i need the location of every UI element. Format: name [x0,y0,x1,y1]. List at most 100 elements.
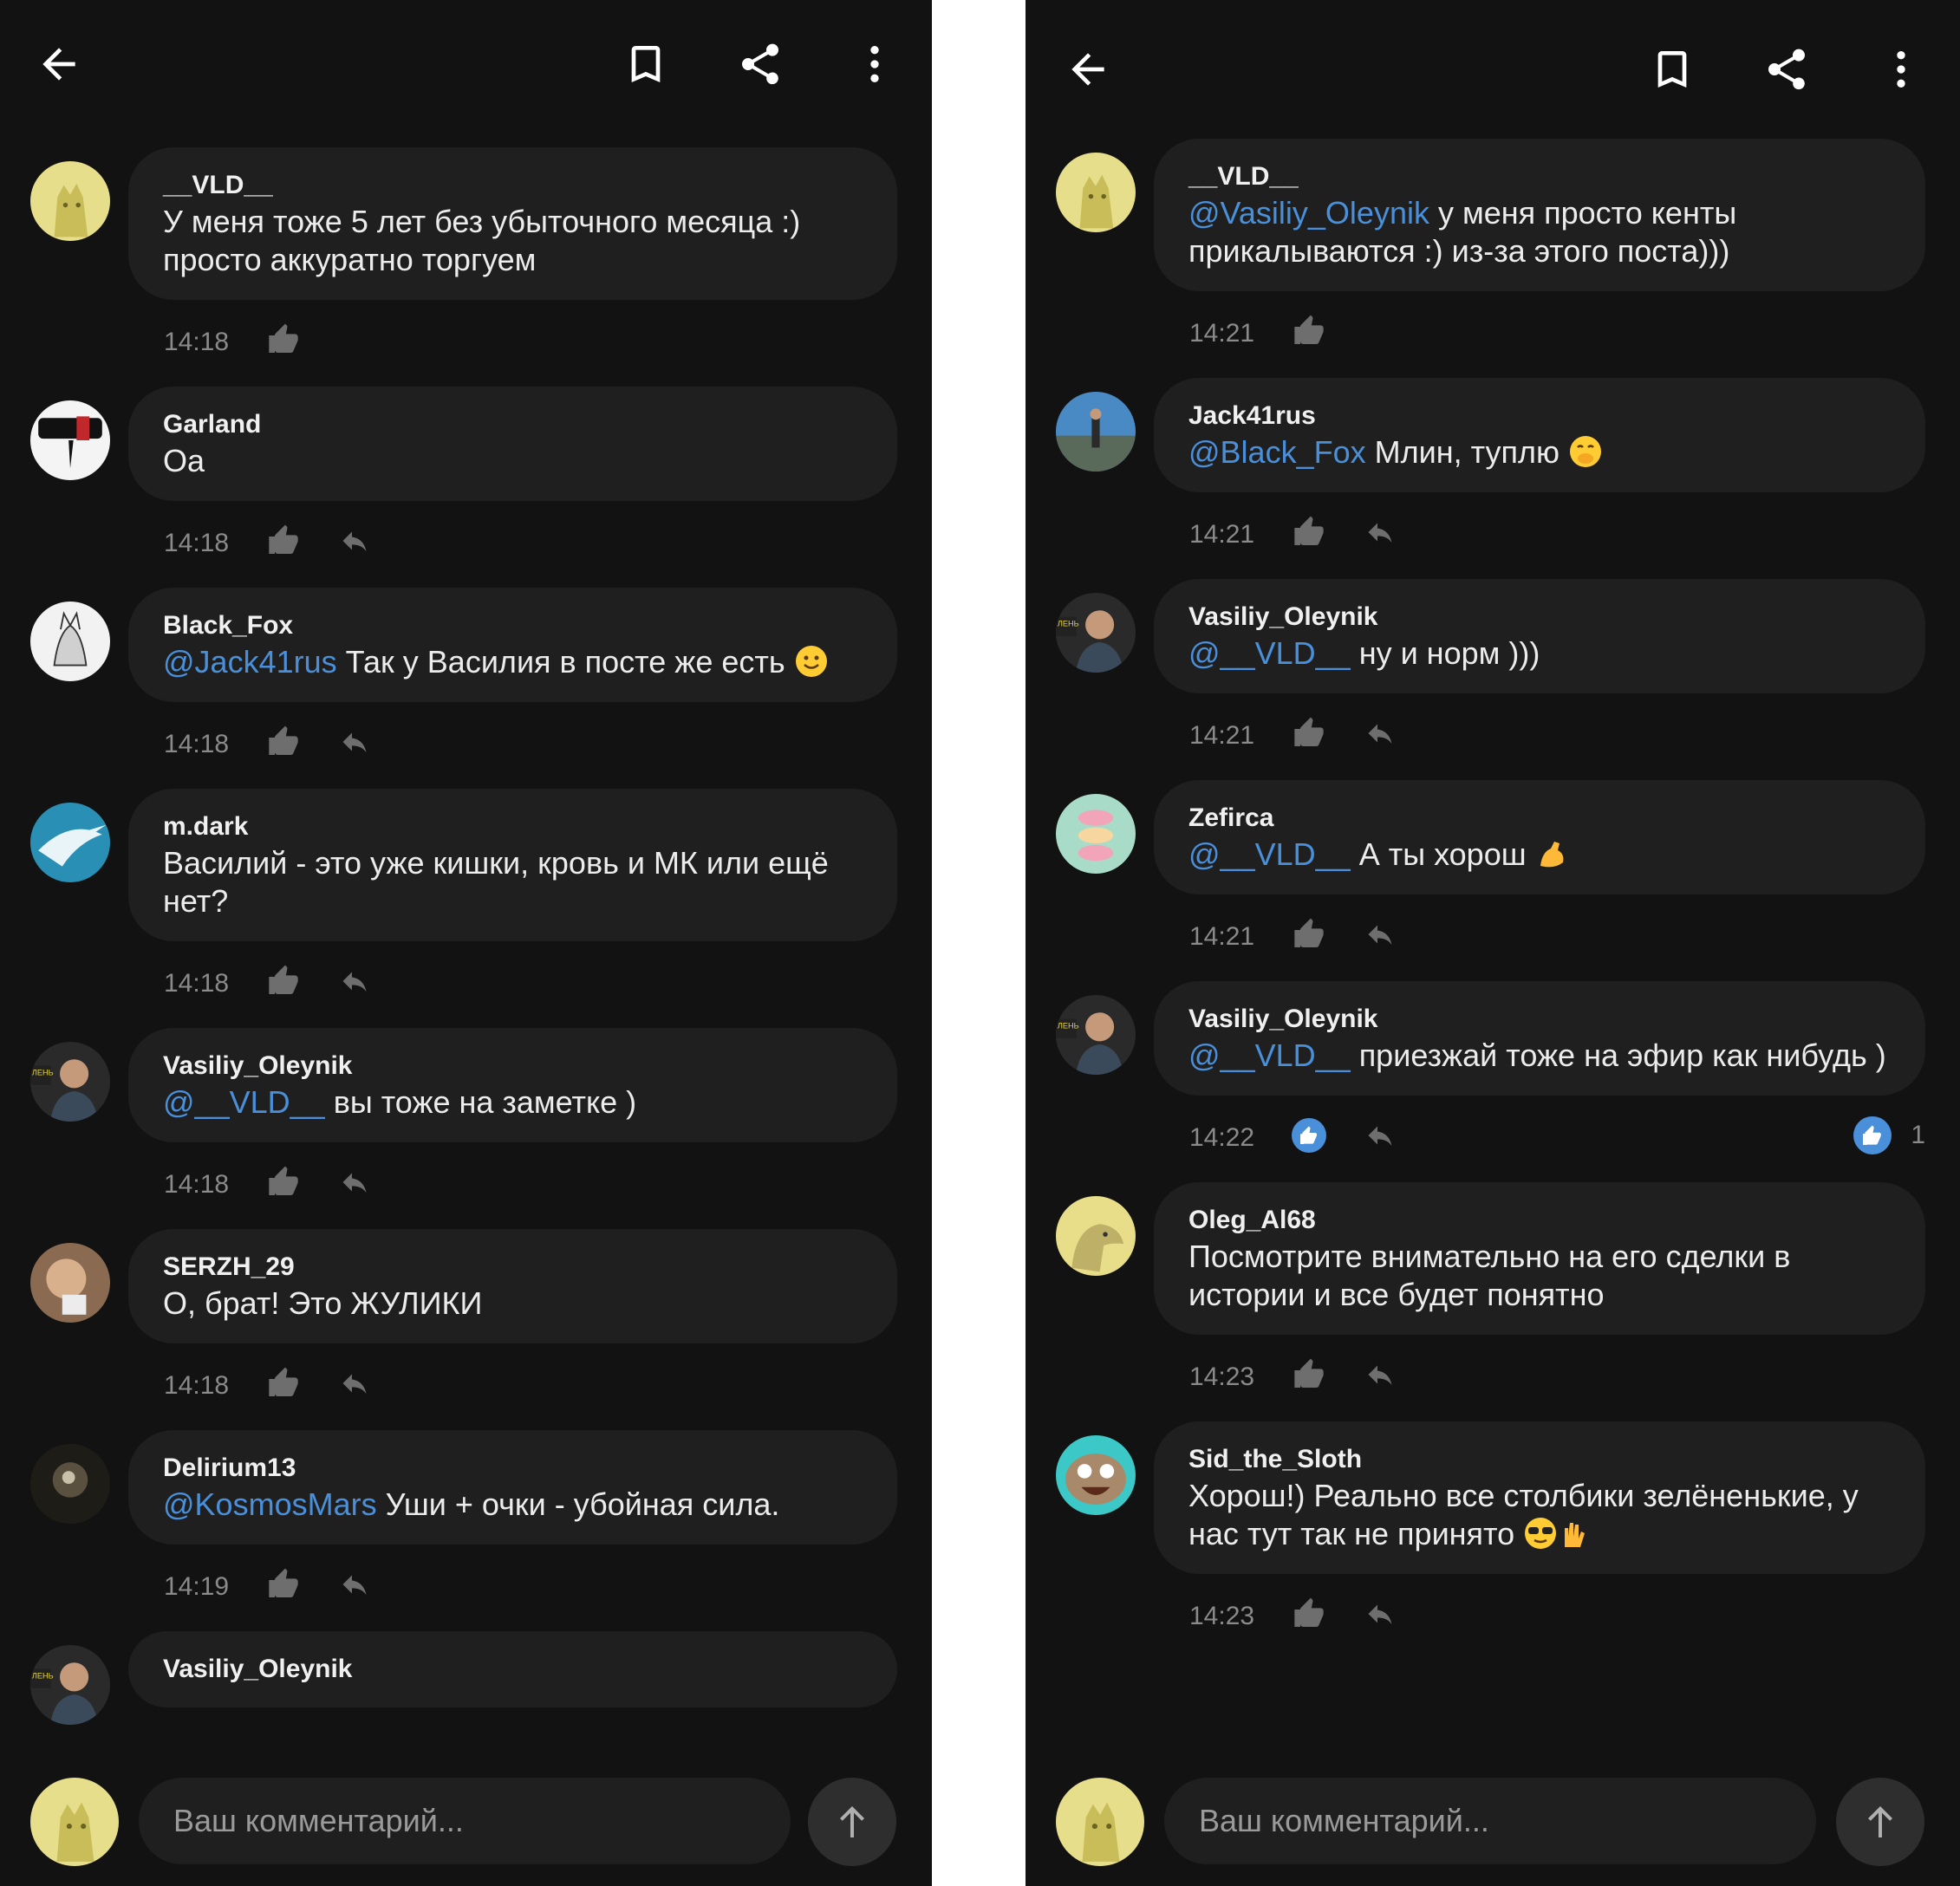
comment-list[interactable]: __VLD__ @Vasiliy_Oleynik у меня просто ке… [1026,139,1960,1760]
like-icon[interactable] [266,322,301,357]
comment-bubble[interactable]: SERZH_29 О, брат! Это ЖУЛИКИ [128,1229,897,1343]
reply-icon[interactable] [1363,919,1397,950]
comment-bubble[interactable]: Garland Оа [128,387,897,501]
bookmark-icon[interactable] [618,36,674,92]
avatar[interactable] [30,161,110,241]
comment-bubble[interactable]: Jack41rus @Black_Fox Млин, туплю [1154,378,1925,492]
avatar[interactable]: ЛЕНЬ [30,1042,110,1122]
like-icon[interactable] [1292,314,1326,348]
comment-bubble[interactable]: m.dark Василий - это уже кишки, кровь и М… [128,789,897,941]
avatar[interactable]: ЛЕНЬ [1056,593,1136,673]
avatar[interactable] [30,803,110,882]
share-icon[interactable] [733,36,788,92]
comment-author[interactable]: __VLD__ [163,168,863,203]
reply-icon[interactable] [337,1167,372,1198]
comment-bubble[interactable]: Oleg_Al68 Посмотрите внимательно на его с… [1154,1182,1925,1335]
back-arrow-icon[interactable] [1060,42,1116,97]
reply-icon[interactable] [337,525,372,556]
reply-icon[interactable] [1363,1359,1397,1390]
reply-icon[interactable] [337,1569,372,1600]
comment-author[interactable]: Sid_the_Sloth [1188,1442,1891,1477]
comment-bubble[interactable]: __VLD__ У меня тоже 5 лет без убыточного … [128,147,897,300]
comment-author[interactable]: Delirium13 [163,1451,863,1486]
comment-author[interactable]: Black_Fox [163,608,863,643]
like-counter[interactable]: 1 [1853,1116,1925,1154]
comment-author[interactable]: Zefirca [1188,801,1891,836]
avatar[interactable] [1056,1435,1136,1515]
bookmark-icon[interactable] [1644,42,1700,97]
avatar[interactable] [30,1243,110,1323]
comment-author[interactable]: Vasiliy_Oleynik [163,1652,863,1687]
reply-icon[interactable] [1363,517,1397,548]
comment-author[interactable]: Oleg_Al68 [1188,1203,1891,1238]
comment-author[interactable]: Vasiliy_Oleynik [1188,600,1891,634]
like-icon[interactable] [266,524,301,558]
comment-body: приезжай тоже на эфир как нибудь ) [1358,1037,1886,1073]
comment-author[interactable]: SERZH_29 [163,1250,863,1284]
comment-bubble[interactable]: Vasiliy_Oleynik @__VLD__ ну и норм ))) [1154,579,1925,693]
like-icon[interactable] [266,725,301,759]
more-vertical-icon[interactable] [847,36,902,92]
avatar[interactable]: ЛЕНЬ [1056,995,1136,1075]
avatar[interactable] [30,400,110,480]
like-icon[interactable] [1292,1357,1326,1392]
comment-text: @Vasiliy_Oleynik у меня просто кенты при… [1188,194,1891,270]
avatar[interactable] [30,602,110,681]
comment-author[interactable]: Vasiliy_Oleynik [163,1049,863,1083]
comment-list[interactable]: __VLD__ У меня тоже 5 лет без убыточного … [0,147,932,1760]
send-button[interactable] [1836,1778,1924,1866]
comment-item: Oleg_Al68 Посмотрите внимательно на его с… [1026,1182,1960,1421]
like-icon[interactable] [1292,515,1326,550]
reply-icon[interactable] [337,726,372,758]
comment-author[interactable]: Garland [163,407,863,442]
avatar[interactable] [1056,392,1136,472]
reply-icon[interactable] [1363,1120,1397,1151]
comment-bubble[interactable]: __VLD__ @Vasiliy_Oleynik у меня просто ке… [1154,139,1925,291]
comment-bubble[interactable]: Black_Fox @Jack41rus Так у Василия в пост… [128,588,897,702]
reply-icon[interactable] [337,1368,372,1399]
like-active-icon[interactable] [1292,1118,1326,1153]
send-button[interactable] [808,1778,896,1866]
mention-link[interactable]: @Jack41rus [163,644,337,680]
share-icon[interactable] [1759,42,1814,97]
like-icon[interactable] [1292,917,1326,952]
mention-link[interactable]: @__VLD__ [1188,836,1351,872]
comment-bubble[interactable]: Vasiliy_Oleynik @__VLD__ приезжай тоже на… [1154,981,1925,1096]
comment-text: @__VLD__ вы тоже на заметке ) [163,1083,863,1122]
back-arrow-icon[interactable] [31,36,87,92]
avatar[interactable] [1056,1196,1136,1276]
comment-bubble[interactable]: Delirium13 @KosmosMars Уши + очки - убойн… [128,1430,897,1545]
reply-icon[interactable] [1363,718,1397,749]
comment-bubble[interactable]: Vasiliy_Oleynik [128,1631,897,1707]
like-icon[interactable] [1292,1597,1326,1631]
like-icon[interactable] [266,1567,301,1602]
avatar[interactable] [1056,153,1136,232]
comment-author[interactable]: Vasiliy_Oleynik [1188,1002,1891,1037]
reply-icon[interactable] [1363,1598,1397,1629]
avatar[interactable] [1056,794,1136,874]
comment-bubble[interactable]: Vasiliy_Oleynik @__VLD__ вы тоже на замет… [128,1028,897,1142]
mention-link[interactable]: @Vasiliy_Oleynik [1188,195,1429,231]
comment-author[interactable]: __VLD__ [1188,159,1891,194]
avatar[interactable]: ЛЕНЬ [30,1645,110,1725]
like-icon[interactable] [266,964,301,998]
comment-input[interactable]: Ваш комментарий... [139,1778,791,1864]
more-vertical-icon[interactable] [1873,42,1929,97]
avatar[interactable] [30,1444,110,1524]
comment-author[interactable]: Jack41rus [1188,399,1891,433]
like-icon[interactable] [266,1366,301,1401]
like-icon[interactable] [1292,716,1326,751]
reply-icon[interactable] [337,966,372,997]
mention-link[interactable]: @__VLD__ [163,1084,325,1120]
comment-bubble[interactable]: Sid_the_Sloth Хорош!) Реально все столбик… [1154,1421,1925,1574]
mention-link[interactable]: @KosmosMars [163,1486,377,1522]
comment-author[interactable]: m.dark [163,810,863,844]
comment-meta: 14:18 [164,1343,932,1430]
comment-time: 14:18 [164,969,230,998]
like-icon[interactable] [266,1165,301,1200]
mention-link[interactable]: @__VLD__ [1188,1037,1351,1073]
mention-link[interactable]: @Black_Fox [1188,434,1366,470]
comment-bubble[interactable]: Zefirca @__VLD__ А ты хорош [1154,780,1925,894]
mention-link[interactable]: @__VLD__ [1188,635,1351,671]
comment-input[interactable]: Ваш комментарий... [1164,1778,1816,1864]
